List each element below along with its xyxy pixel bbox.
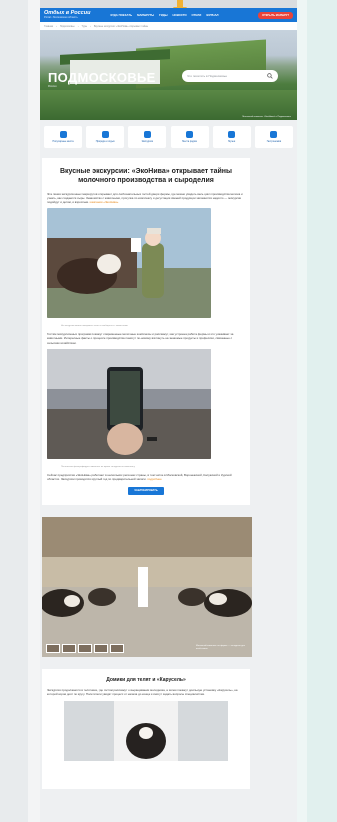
background-strip	[28, 0, 40, 822]
article-text: Сейчас предприятия «ЭкоНива» работают в …	[47, 472, 232, 481]
article-photo-calves	[64, 700, 228, 761]
gallery-thumbnail[interactable]	[46, 644, 60, 654]
article-text: Эта линия экскурсионных маршрутов открыв…	[47, 191, 243, 204]
breadcrumb-separator: ›	[56, 24, 57, 28]
nav-item[interactable]: НОВОСТИ	[173, 13, 187, 17]
nav-item[interactable]: ЖУРНАЛ	[206, 13, 218, 17]
article-paragraph: Экскурсия продолжается в телятнике, где …	[47, 688, 238, 697]
breadcrumb-item[interactable]: Главная	[44, 25, 53, 28]
search-icon[interactable]	[267, 73, 273, 79]
article-link[interactable]: подробнее	[147, 477, 161, 481]
gallery-image	[42, 517, 252, 658]
landmark-icon	[59, 131, 67, 138]
article-title: Вкусные экскурсии: «ЭкоНива» открывает т…	[60, 168, 232, 184]
main-nav: КУДА ПОЕХАТЬ МАРШРУТЫ ГИДЫ НОВОСТИ ОТЕЛИ…	[110, 13, 218, 17]
background-strip	[297, 0, 307, 822]
category-card[interactable]: Музеи	[212, 126, 251, 148]
category-card[interactable]: Места рядом	[170, 126, 209, 148]
article-card: Вкусные экскурсии: «ЭкоНива» открывает т…	[42, 158, 250, 506]
photo-caption: На экскурсии можно покормить телят и поо…	[61, 325, 128, 328]
background-panel-right	[297, 0, 337, 822]
section-title: Домики для телят и «Карусель»	[106, 677, 186, 684]
category-label: Места рядом	[182, 140, 197, 143]
category-label: Музеи	[228, 140, 236, 143]
search-input[interactable]	[187, 74, 267, 78]
nav-item[interactable]: ОТЕЛИ	[192, 13, 202, 17]
category-card[interactable]: Популярные места	[44, 126, 82, 148]
book-button[interactable]: ЗАБРОНИРОВАТЬ	[128, 487, 164, 496]
hero-caption: Молочный комплекс «ЭкоНива» в Подмосковь…	[242, 116, 291, 118]
cta-button[interactable]: ОТКРЫТЬ МАРШРУТ	[258, 11, 293, 19]
article-paragraph: Эта линия экскурсионных маршрутов открыв…	[47, 192, 245, 205]
nav-item[interactable]: ГИДЫ	[159, 13, 167, 17]
category-label: Популярные места	[52, 140, 74, 143]
category-label: Природа и отдых	[95, 140, 115, 143]
gallery-thumbnail[interactable]	[78, 644, 92, 654]
gallery-caption: Молочный комплекс на ферме — экскурсия д…	[196, 644, 245, 651]
hero-subtitle: Россия	[48, 85, 57, 88]
pin-icon	[186, 131, 194, 138]
category-label: Экскурсии	[141, 140, 154, 143]
gallery-thumbnail[interactable]	[94, 644, 108, 654]
gallery-thumbnail[interactable]	[62, 644, 76, 654]
breadcrumb: Главная › Подмосковье › Туры › Вкусные э…	[40, 22, 297, 30]
logo-subtitle: Portal • Московская область	[44, 15, 78, 19]
tree-icon	[101, 131, 109, 138]
site-header: Отдых в России Portal • Московская облас…	[40, 8, 297, 22]
web-page: Отдых в России Portal • Московская облас…	[40, 8, 297, 822]
category-card[interactable]: Экскурсии	[128, 126, 167, 148]
article-photo-calf	[47, 208, 211, 319]
breadcrumb-separator: ›	[77, 24, 79, 28]
category-card[interactable]: Природа и отдых	[86, 126, 125, 148]
article-paragraph: Сейчас предприятия «ЭкоНива» работают в …	[47, 473, 245, 481]
photo-caption: Посетители фотографируют животных во вре…	[61, 465, 135, 468]
category-card[interactable]: Гастрономия	[254, 126, 293, 148]
breadcrumb-item[interactable]: Туры	[82, 25, 88, 28]
article-card: Домики для телят и «Карусель» Экскурсия …	[42, 669, 250, 790]
site-logo[interactable]: Отдых в России Portal • Московская облас…	[44, 10, 90, 20]
category-label: Гастрономия	[266, 140, 282, 143]
gallery-thumbnail[interactable]	[110, 644, 124, 654]
nav-item[interactable]: МАРШРУТЫ	[137, 13, 154, 17]
hero-title: ПОДМОСКОВЬЕ	[48, 70, 156, 85]
article-photo-phone	[47, 348, 211, 459]
breadcrumb-separator: ›	[90, 24, 91, 28]
hero-search	[182, 70, 278, 82]
breadcrumb-item[interactable]: Подмосковье	[60, 25, 75, 28]
museum-icon	[228, 131, 236, 138]
breadcrumb-item: Вкусные экскурсии: «ЭкоНива» открывает т…	[93, 24, 149, 28]
gallery-thumbnails	[46, 644, 124, 654]
map-icon	[143, 131, 151, 138]
background-panel-left	[0, 0, 40, 822]
food-icon	[270, 131, 278, 138]
hero-banner: ПОДМОСКОВЬЕ Россия Молочный комплекс «Эк…	[40, 30, 297, 120]
article-link[interactable]: компании «ЭкоНива»	[90, 200, 119, 204]
category-row: Популярные места Природа и отдых Экскурс…	[40, 120, 297, 154]
article-paragraph: Гостям экскурсионных программ покажут со…	[47, 332, 234, 345]
photo-gallery[interactable]: Молочный комплекс на ферме — экскурсия д…	[42, 517, 252, 658]
nav-item[interactable]: КУДА ПОЕХАТЬ	[110, 13, 132, 17]
